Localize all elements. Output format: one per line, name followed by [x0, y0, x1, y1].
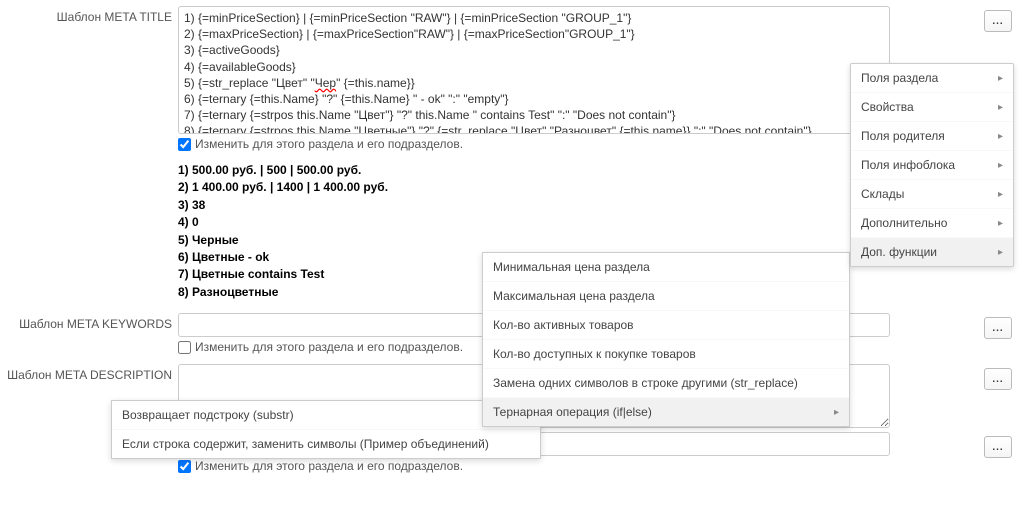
- meta-title-ellipsis-button[interactable]: ...: [984, 10, 1012, 32]
- chevron-right-icon: ▸: [998, 247, 1003, 258]
- meta-title-input[interactable]: 1) {=minPriceSection} | {=minPriceSectio…: [178, 6, 890, 134]
- main-menu-item-label: Склады: [861, 187, 904, 201]
- keywords-subsections-checkbox[interactable]: [178, 341, 191, 354]
- functions-menu-item[interactable]: Кол-во активных товаров: [483, 311, 849, 340]
- main-menu-item[interactable]: Доп. функции ▸: [851, 238, 1013, 266]
- ternary-menu-item[interactable]: Если строка содержит, заменить символы (…: [112, 430, 540, 458]
- chevron-right-icon: ▸: [998, 73, 1003, 84]
- heading-subsections-checkbox[interactable]: [178, 460, 191, 473]
- main-menu-item[interactable]: Поля инфоблока ▸: [851, 151, 1013, 180]
- ternary-menu-item-label: Возвращает подстроку (substr): [122, 408, 294, 422]
- chevron-right-icon: ▸: [834, 407, 839, 418]
- chevron-right-icon: ▸: [998, 131, 1003, 142]
- chevron-right-icon: ▸: [998, 218, 1003, 229]
- ternary-menu-item-label: Если строка содержит, заменить символы (…: [122, 437, 489, 451]
- main-menu-item-label: Поля инфоблока: [861, 158, 955, 172]
- functions-menu-item-label: Кол-во активных товаров: [493, 318, 634, 332]
- functions-menu-item-label: Тернарная операция (if|else): [493, 405, 652, 419]
- functions-menu-item-label: Кол-во доступных к покупке товаров: [493, 347, 696, 361]
- heading-subsections-label: Изменить для этого раздела и его подразд…: [195, 459, 463, 473]
- functions-menu-item[interactable]: Максимальная цена раздела: [483, 282, 849, 311]
- chevron-right-icon: ▸: [998, 102, 1003, 113]
- functions-submenu: Минимальная цена раздела Максимальная цен…: [482, 252, 850, 427]
- title-subsections-label: Изменить для этого раздела и его подразд…: [195, 137, 463, 151]
- meta-description-ellipsis-button[interactable]: ...: [984, 368, 1012, 390]
- main-menu-item-label: Свойства: [861, 100, 914, 114]
- main-menu-item[interactable]: Свойства ▸: [851, 93, 1013, 122]
- meta-keywords-ellipsis-button[interactable]: ...: [984, 317, 1012, 339]
- functions-menu-item[interactable]: Тернарная операция (if|else) ▸: [483, 398, 849, 426]
- main-menu-item[interactable]: Склады ▸: [851, 180, 1013, 209]
- meta-description-label: Шаблон META DESCRIPTION: [0, 364, 178, 382]
- main-menu-item-label: Дополнительно: [861, 216, 947, 230]
- chevron-right-icon: ▸: [998, 189, 1003, 200]
- functions-menu-item-label: Замена одних символов в строке другими (…: [493, 376, 798, 390]
- main-menu-item-label: Доп. функции: [861, 245, 937, 259]
- main-menu-item-label: Поля раздела: [861, 71, 938, 85]
- ternary-menu-item[interactable]: Возвращает подстроку (substr): [112, 401, 540, 430]
- keywords-subsections-label: Изменить для этого раздела и его подразд…: [195, 340, 463, 354]
- main-menu-item[interactable]: Дополнительно ▸: [851, 209, 1013, 238]
- main-menu-item[interactable]: Поля раздела ▸: [851, 64, 1013, 93]
- functions-menu-item[interactable]: Кол-во доступных к покупке товаров: [483, 340, 849, 369]
- main-menu-item[interactable]: Поля родителя ▸: [851, 122, 1013, 151]
- title-subsections-checkbox[interactable]: [178, 138, 191, 151]
- main-menu-item-label: Поля родителя: [861, 129, 945, 143]
- functions-menu-item[interactable]: Минимальная цена раздела: [483, 253, 849, 282]
- functions-menu-item-label: Максимальная цена раздела: [493, 289, 655, 303]
- chevron-right-icon: ▸: [998, 160, 1003, 171]
- meta-keywords-label: Шаблон META KEYWORDS: [0, 313, 178, 331]
- heading-ellipsis-button[interactable]: ...: [984, 436, 1012, 458]
- main-dropdown-menu: Поля раздела▸Свойства▸Поля родителя▸Поля…: [850, 63, 1014, 267]
- ternary-submenu: Возвращает подстроку (substr) Если строка…: [111, 400, 541, 459]
- meta-title-label: Шаблон META TITLE: [0, 6, 178, 24]
- functions-menu-item-label: Минимальная цена раздела: [493, 260, 650, 274]
- functions-menu-item[interactable]: Замена одних символов в строке другими (…: [483, 369, 849, 398]
